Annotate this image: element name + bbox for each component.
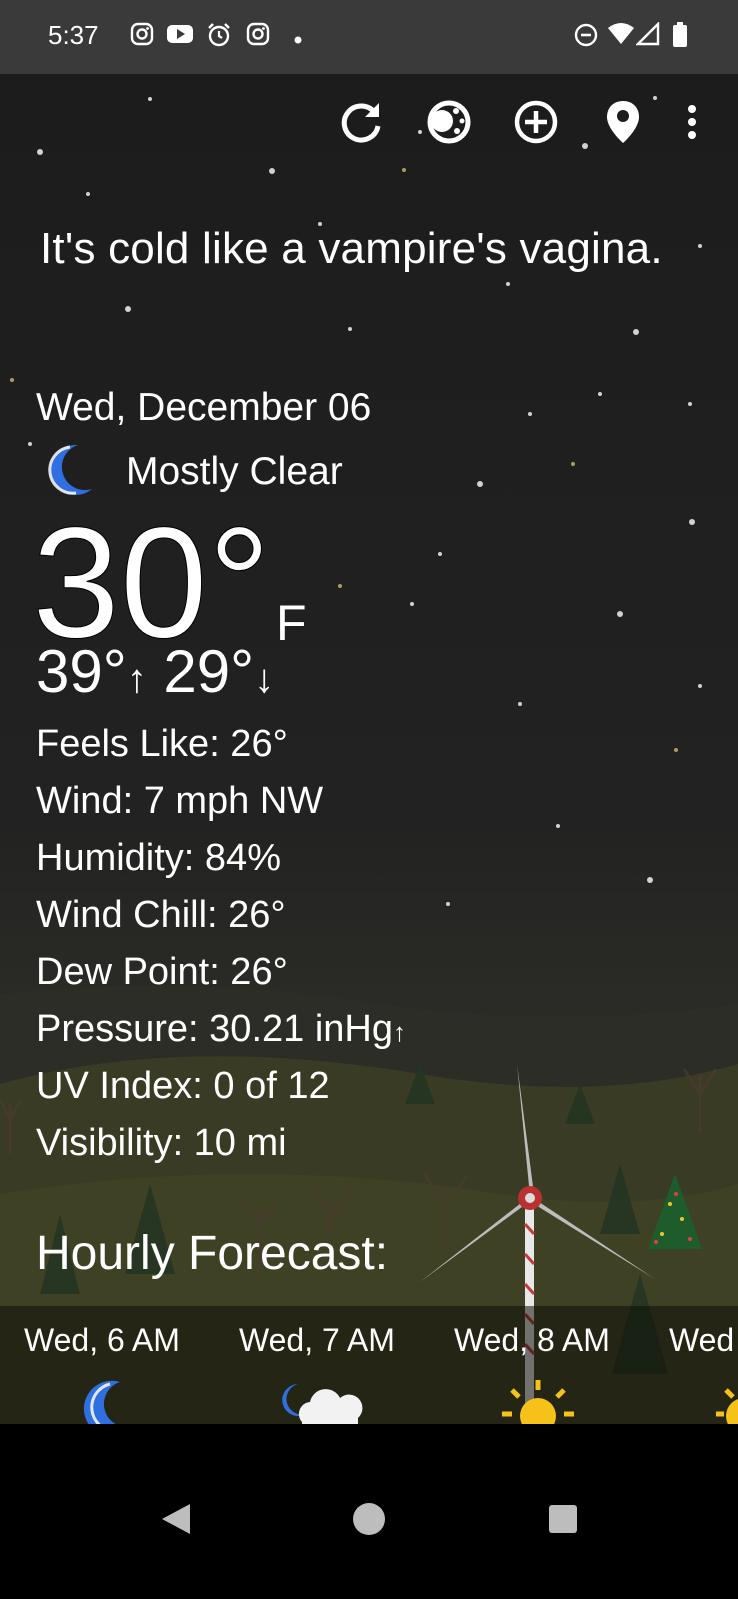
signal-icon [635,21,660,51]
hourly-forecast-list[interactable]: Wed, 6 AM Wed, 7 AM Wed, 8 AM Wed [0,1306,738,1424]
youtube-icon [166,22,194,51]
wind-chill: Wind Chill: 26° [36,894,286,936]
status-time: 5:37 [48,20,99,50]
low-arrow: ↓ [254,657,275,701]
moon-cloud-icon [280,1378,366,1424]
humidity: Humidity: 84% [36,837,281,879]
instagram-icon [246,22,270,51]
alarm-icon [206,22,232,53]
instagram-icon [130,22,154,51]
high-temp: 39° [36,638,127,705]
location-pin-icon [605,99,641,150]
refresh-icon [339,99,385,150]
weather-quote: It's cold like a vampire's vagina. [40,224,663,273]
navigation-bar [0,1424,738,1599]
sun-icon [714,1378,738,1424]
add-location-button[interactable] [510,98,562,150]
crescent-moon-icon [80,1378,136,1424]
status-bar: 5:37 [0,0,738,74]
battery-icon [672,22,688,53]
pressure-value: Pressure: 30.21 inHg [36,1008,393,1050]
current-date: Wed, December 06 [36,386,372,429]
more-vert-icon [687,104,697,145]
location-button[interactable] [597,98,649,150]
recents-icon[interactable] [548,1504,578,1539]
temperature-unit: F [276,595,307,651]
hourly-item-label: Wed, 7 AM [239,1322,395,1358]
visibility: Visibility: 10 mi [36,1122,287,1164]
theme-button[interactable] [423,98,475,150]
home-icon[interactable] [352,1502,386,1541]
refresh-button[interactable] [336,98,388,150]
theme-icon [426,99,472,150]
crescent-moon-icon [46,443,96,502]
low-temp: 29° [163,638,255,705]
back-icon[interactable] [160,1502,192,1541]
more-options-button[interactable] [672,98,712,150]
wind: Wind: 7 mph NW [36,780,324,822]
uv-index: UV Index: 0 of 12 [36,1065,330,1107]
sun-icon [500,1378,576,1424]
wifi-icon [607,22,635,51]
hourly-item-label: Wed [669,1322,735,1358]
add-icon [513,99,559,150]
pressure: Pressure: 30.21 inHg↑ [36,1001,406,1058]
condition-row: Mostly Clear [46,444,343,500]
hourly-item-label: Wed, 6 AM [24,1322,180,1358]
high-arrow: ↑ [126,657,147,701]
do-not-disturb-icon [573,22,599,53]
dew-point: Dew Point: 26° [36,951,288,993]
condition-text: Mostly Clear [126,450,343,493]
hourly-forecast-title: Hourly Forecast: [36,1227,389,1280]
feels-like: Feels Like: 26° [36,723,288,765]
weather-scene: It's cold like a vampire's vagina. Wed, … [0,74,738,1424]
weather-details: Feels Like: 26° Wind: 7 mph NW Humidity:… [36,716,406,1172]
hourly-item-label: Wed, 8 AM [454,1322,610,1358]
high-low: 39°↑ 29°↓ [36,642,274,702]
pressure-arrow: ↑ [392,1017,406,1047]
dot-icon [294,31,302,49]
